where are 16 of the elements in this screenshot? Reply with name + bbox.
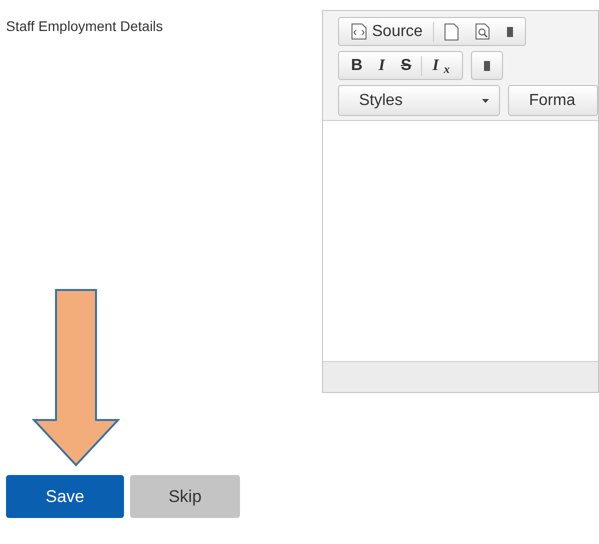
- toolbar-icon: [484, 58, 490, 72]
- toolbar-icon: [506, 24, 513, 38]
- caret-icon: [482, 98, 489, 102]
- field-label: Staff Employment Details: [6, 17, 164, 36]
- dropdown-select[interactable]: Forma: [508, 85, 598, 116]
- source-button[interactable]: Source: [345, 19, 429, 44]
- format-button[interactable]: I$_{x}$: [426, 53, 456, 78]
- format-button[interactable]: S: [394, 53, 418, 78]
- format-button[interactable]: B: [345, 53, 369, 78]
- format-button[interactable]: I: [372, 53, 391, 78]
- save-button[interactable]: Save: [6, 475, 124, 518]
- page-icon: [444, 22, 459, 40]
- skip-button[interactable]: Skip: [130, 475, 240, 518]
- dropdown-select[interactable]: Styles: [338, 85, 500, 116]
- source-icon: [351, 23, 367, 40]
- preview-icon: [474, 23, 491, 40]
